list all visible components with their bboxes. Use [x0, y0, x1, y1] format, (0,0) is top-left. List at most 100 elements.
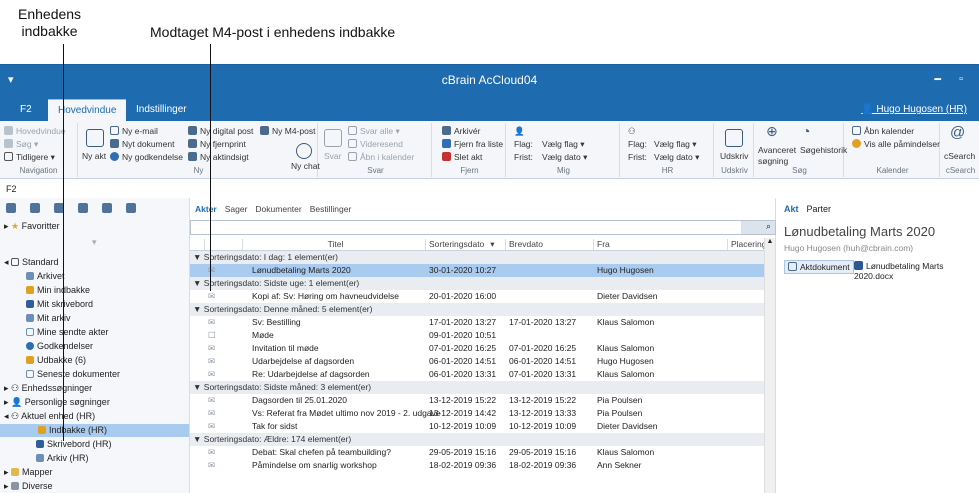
- table-row[interactable]: ✉ Re: Udarbejdelse af dagsorden 06-01-2020…: [190, 368, 764, 381]
- new-email-button[interactable]: Ny e-mail: [110, 126, 158, 137]
- new-m4-post-button[interactable]: Ny M4-post: [260, 126, 315, 137]
- table-row[interactable]: ✉ Udarbejdelse af dagsorden 06-01-2020 14:…: [190, 355, 764, 368]
- col-sorteringsdato[interactable]: Sorteringsdato ▾: [425, 239, 505, 250]
- tab-akt[interactable]: Akt: [784, 204, 799, 214]
- table-row[interactable]: ✉ Kopi af: Sv: Høring om havneudvidelse 20…: [190, 290, 764, 303]
- show-reminders-button[interactable]: Vis alle påmindelser: [852, 139, 940, 150]
- nav-favorites[interactable]: ▸ ★ Favoritter: [4, 220, 60, 233]
- search-history-button[interactable]: Søgehistorik: [800, 145, 847, 156]
- nav-standard[interactable]: ◂ Standard: [4, 256, 59, 269]
- advanced-search-button[interactable]: Avanceret søgning: [758, 145, 798, 167]
- forward-button[interactable]: Videresend: [348, 139, 403, 150]
- col-fra[interactable]: Fra: [593, 239, 727, 250]
- table-row[interactable]: ✉ Dagsorden til 25.01.2020 13-12-2019 15:2…: [190, 394, 764, 407]
- tab-bestillinger[interactable]: Bestillinger: [310, 204, 352, 214]
- nav-splitter-chevron-icon[interactable]: ▾: [92, 236, 97, 249]
- tab-hovedvindue[interactable]: Hovedvindue: [48, 99, 127, 121]
- nav-personlige-sogninger[interactable]: ▸ 👤 Personlige søgninger: [4, 396, 110, 409]
- print-button[interactable]: Udskriv: [720, 151, 748, 162]
- nav-item-mit-skrivebord[interactable]: Mit skrivebord: [26, 298, 93, 311]
- collapse-triangle-icon[interactable]: ▼: [193, 382, 204, 392]
- search-button[interactable]: ⌕: [741, 221, 775, 234]
- reply-button[interactable]: Svar: [324, 151, 341, 162]
- nav-unit-indbakke[interactable]: Indbakke (HR): [0, 424, 189, 437]
- table-row[interactable]: ✉ Debat: Skal chefen på teambuilding? 29-0…: [190, 446, 764, 459]
- table-row[interactable]: ✉ Påmindelse om snarlig workshop 18-02-201…: [190, 459, 764, 472]
- tab-parter[interactable]: Parter: [807, 204, 832, 214]
- maximize-icon[interactable]: ▫: [959, 73, 963, 85]
- table-row[interactable]: ✉ Invitation til møde 07-01-2020 16:25 07-0…: [190, 342, 764, 355]
- current-user[interactable]: 👤 Hugo Hugosen (HR): [861, 104, 967, 115]
- me-deadline-select[interactable]: Vælg dato ▾: [542, 152, 587, 163]
- nav-mapper[interactable]: ▸ Mapper: [4, 466, 53, 479]
- nav-item-godkendelser[interactable]: Godkendelser: [26, 340, 93, 353]
- remove-from-list-button[interactable]: Fjern fra liste: [442, 139, 503, 150]
- col-brevdato[interactable]: Brevdato: [505, 239, 593, 250]
- toolbar-tile-icon-6[interactable]: [126, 203, 136, 213]
- nav-item-mine-sendte-akter[interactable]: Mine sendte akter: [26, 326, 109, 339]
- group-header-row[interactable]: ▼ Sorteringsdato: Sidste måned: 3 elemen…: [190, 381, 764, 394]
- reply-all-button[interactable]: Svar alle ▾: [348, 126, 400, 137]
- tab-f2[interactable]: F2: [10, 99, 42, 121]
- preview-doc-name[interactable]: Lønudbetaling Marts 2020.docx: [854, 261, 979, 281]
- collapse-triangle-icon[interactable]: ▼: [193, 278, 204, 288]
- ribbon-hovedvindue[interactable]: Hovedvindue: [4, 126, 66, 137]
- nav-item-arkivet[interactable]: Arkivet: [26, 270, 65, 283]
- hr-flag-select[interactable]: Vælg flag ▾: [654, 139, 697, 150]
- collapse-triangle-icon[interactable]: ▼: [193, 304, 204, 314]
- group-header-row[interactable]: ▼ Sorteringsdato: I dag: 1 element(er): [190, 251, 764, 264]
- minimize-icon[interactable]: ━: [934, 73, 941, 86]
- csearch-button[interactable]: cSearch: [944, 151, 975, 162]
- nav-unit-arkiv[interactable]: Arkiv (HR): [36, 452, 89, 465]
- table-row[interactable]: ✉ Sv: Bestilling 17-01-2020 13:27 17-01-202…: [190, 316, 764, 329]
- open-calendar-button[interactable]: Åbn kalender: [852, 126, 914, 137]
- hr-deadline-select[interactable]: Vælg dato ▾: [654, 152, 699, 163]
- new-remote-print-button[interactable]: Ny fjernprint: [188, 139, 246, 150]
- printer-icon[interactable]: [725, 129, 743, 147]
- tab-sager[interactable]: Sager: [225, 204, 248, 214]
- cell-sort-date: 30-01-2020 10:27: [429, 265, 497, 275]
- new-document-button[interactable]: Nyt dokument: [110, 139, 174, 150]
- new-chat-icon[interactable]: [296, 143, 312, 159]
- list-scrollbar[interactable]: ▲: [764, 238, 775, 493]
- toolbar-tile-icon-1[interactable]: [6, 203, 16, 213]
- collapse-triangle-icon[interactable]: ▼: [193, 252, 204, 262]
- scroll-up-icon[interactable]: ▲: [765, 238, 775, 245]
- tab-dokumenter[interactable]: Dokumenter: [255, 204, 301, 214]
- tab-akter[interactable]: Akter: [195, 204, 217, 214]
- nav-item-udbakke[interactable]: Udbakke (6): [26, 354, 86, 367]
- open-in-calendar-button[interactable]: Åbn i kalender: [348, 152, 414, 163]
- toolbar-tile-icon-4[interactable]: [78, 203, 88, 213]
- archive-button[interactable]: Arkivér: [442, 126, 480, 137]
- collapse-triangle-icon[interactable]: ▼: [193, 434, 204, 444]
- new-act-icon[interactable]: [86, 129, 104, 147]
- me-flag-select[interactable]: Vælg flag ▾: [542, 139, 585, 150]
- nav-enhedssogninger[interactable]: ▸ ⚇ Enhedssøgninger: [4, 382, 92, 395]
- col-titel[interactable]: Titel: [242, 239, 425, 250]
- ribbon-tidligere[interactable]: Tidligere ▾: [4, 152, 55, 163]
- preview-doc-tab[interactable]: Aktdokument: [784, 260, 854, 274]
- group-header-row[interactable]: ▼ Sorteringsdato: Denne måned: 5 element…: [190, 303, 764, 316]
- ribbon-sog[interactable]: Søg ▾: [4, 139, 38, 150]
- tab-indstillinger[interactable]: Indstillinger: [126, 99, 197, 121]
- col-placering[interactable]: Placering: [727, 239, 766, 250]
- new-digital-post-button[interactable]: Ny digital post: [188, 126, 253, 137]
- table-row[interactable]: ✉ Lønudbetaling Marts 2020 30-01-2020 10:2…: [190, 264, 764, 277]
- nav-item-seneste-dokumenter[interactable]: Seneste dokumenter: [26, 368, 120, 381]
- table-row[interactable]: ☐ Møde 09-01-2020 10:51: [190, 329, 764, 342]
- new-act-button[interactable]: Ny akt: [82, 151, 106, 162]
- toolbar-tile-icon-5[interactable]: [102, 203, 112, 213]
- nav-aktuel-enhed[interactable]: ◂ ⚇ Aktuel enhed (HR): [4, 410, 95, 423]
- new-approval-button[interactable]: Ny godkendelse: [110, 152, 183, 163]
- new-access-request-button[interactable]: Ny aktindsigt: [188, 152, 249, 163]
- table-row[interactable]: ✉ Tak for sidst 10-12-2019 10:09 10-12-2019…: [190, 420, 764, 433]
- nav-item-min-indbakke[interactable]: Min indbakke: [26, 284, 90, 297]
- group-header-row[interactable]: ▼ Sorteringsdato: Sidste uge: 1 element(…: [190, 277, 764, 290]
- nav-unit-skrivebord[interactable]: Skrivebord (HR): [36, 438, 112, 451]
- nav-diverse[interactable]: ▸ Diverse: [4, 480, 53, 493]
- table-row[interactable]: ✉ Vs: Referat fra Mødet ultimo nov 2019 -…: [190, 407, 764, 420]
- toolbar-tile-icon-2[interactable]: [30, 203, 40, 213]
- list-search-input[interactable]: ⌕: [190, 220, 776, 235]
- delete-act-button[interactable]: Slet akt: [442, 152, 482, 163]
- group-header-row[interactable]: ▼ Sorteringsdato: Ældre: 174 element(er): [190, 433, 764, 446]
